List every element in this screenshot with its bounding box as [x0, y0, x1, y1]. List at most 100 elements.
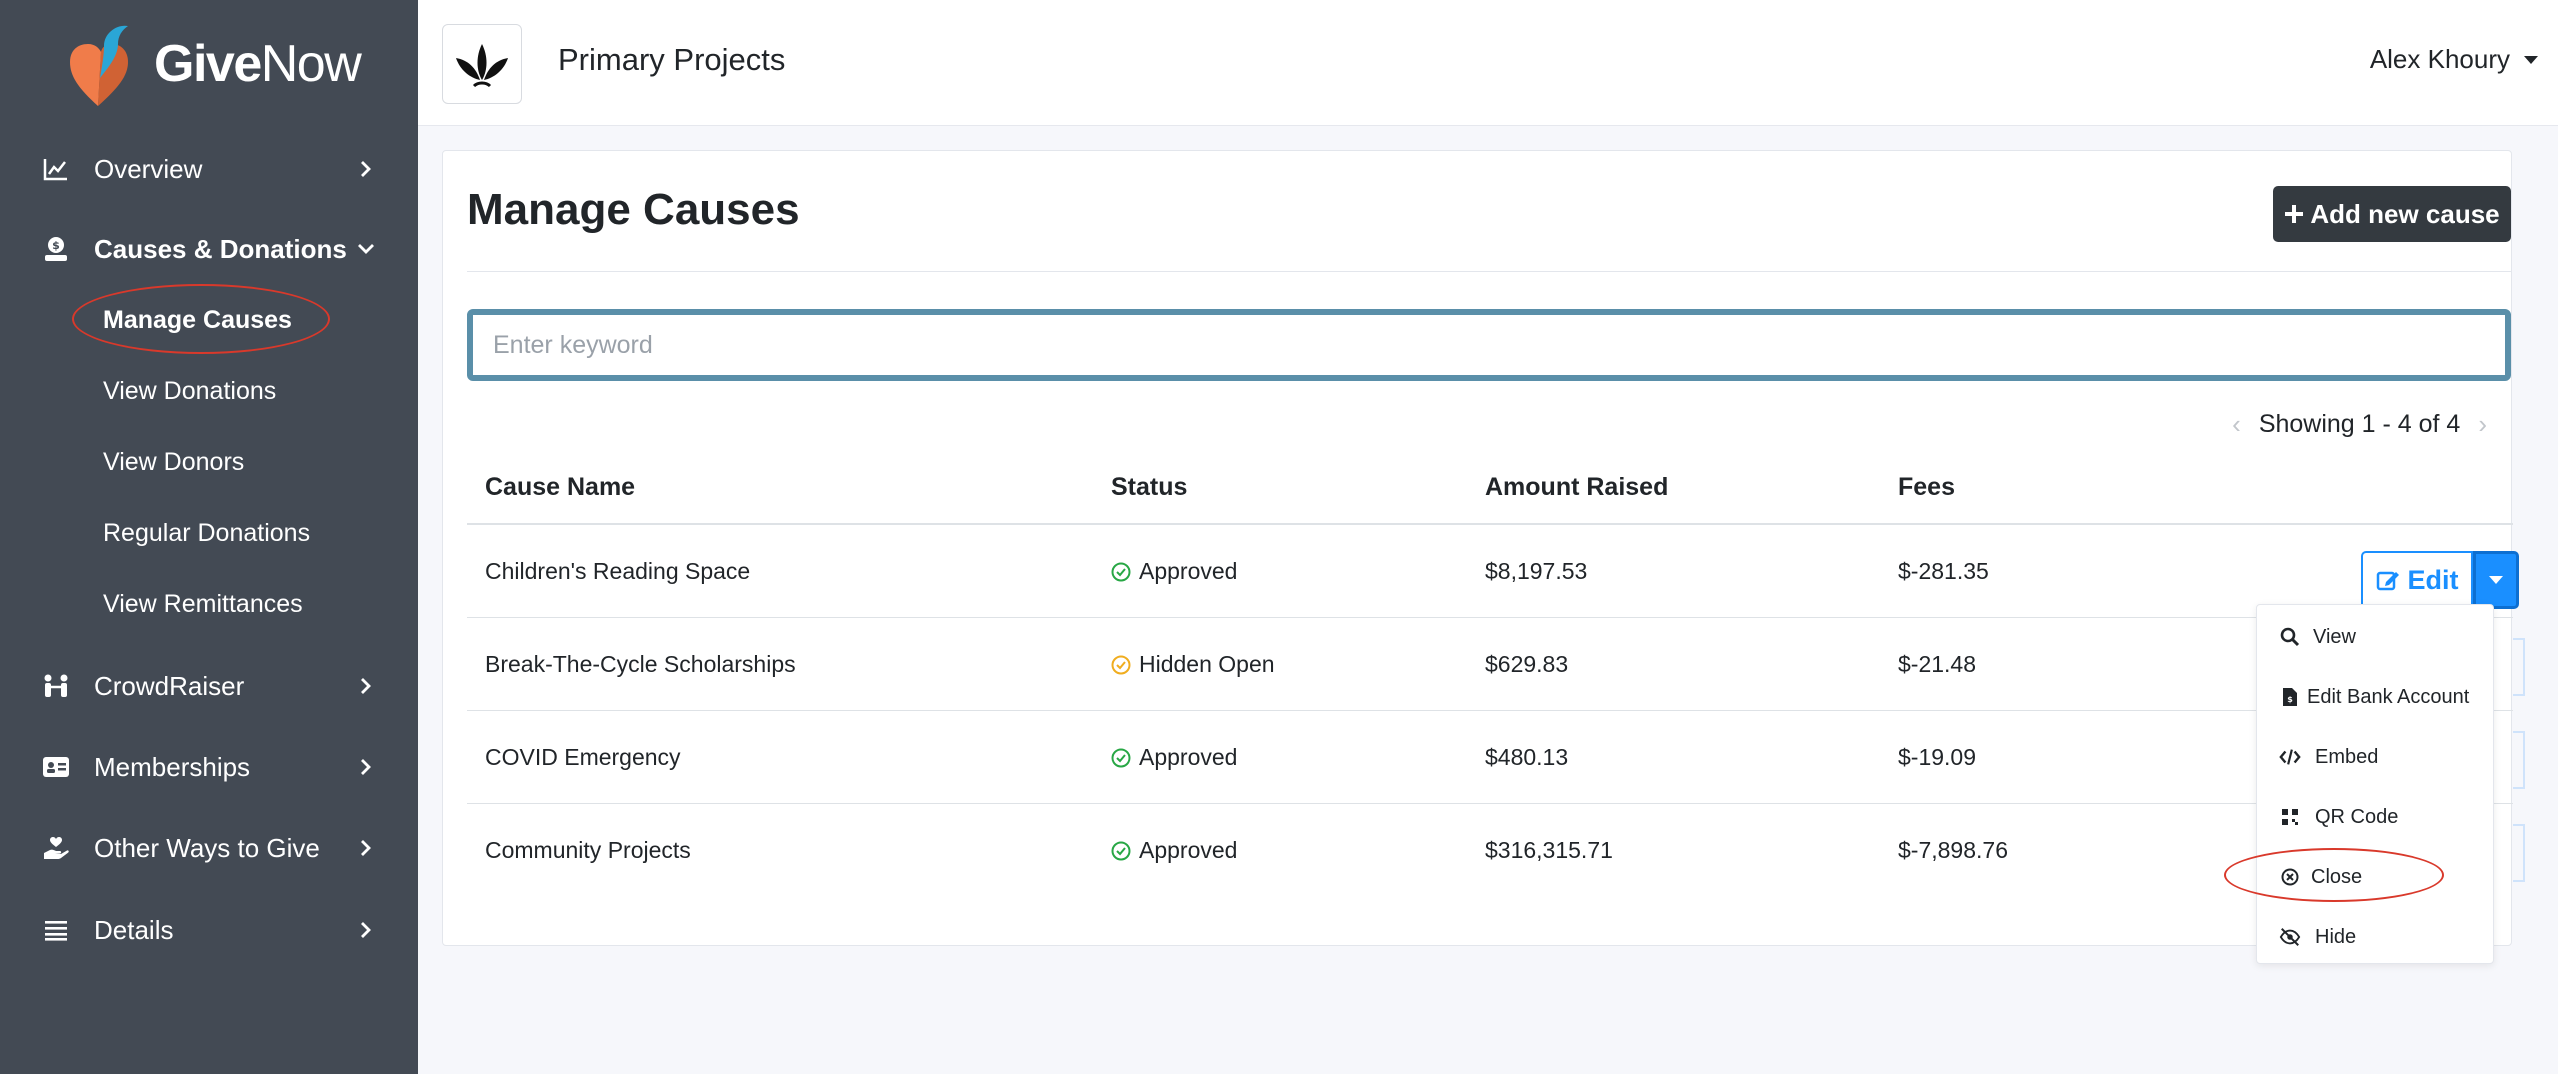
- page-title: Manage Causes: [467, 185, 800, 234]
- menu-item-edit-bank-account[interactable]: $ Edit Bank Account: [2257, 671, 2495, 723]
- check-circle-icon: [1111, 655, 1131, 675]
- edit-button-group: Edit: [2361, 551, 2519, 609]
- chevron-right-icon: [354, 674, 378, 698]
- menu-item-label: Close: [2311, 865, 2363, 888]
- title-divider: [467, 271, 2511, 272]
- chevron-right-icon: [354, 836, 378, 860]
- brand-name: GiveNow: [154, 35, 362, 93]
- sidebar-item-overview[interactable]: Overview: [0, 139, 418, 199]
- sidebar-item-causes-donations[interactable]: $ Causes & Donations: [0, 219, 418, 279]
- edit-button-edge[interactable]: [2513, 731, 2525, 789]
- sidebar-subitem-view-donations[interactable]: View Donations: [103, 371, 276, 411]
- pagination: ‹ Showing 1 - 4 of 4 ›: [2232, 409, 2487, 440]
- menu-item-label: QR Code: [2315, 805, 2399, 828]
- sidebar-item-details[interactable]: Details: [0, 900, 418, 960]
- sidebar-subitem-view-donors[interactable]: View Donors: [103, 442, 244, 482]
- sidebar: GiveNow Overview $ Causes & Donations Ma…: [0, 0, 418, 1074]
- id-card-icon: [40, 751, 72, 783]
- check-circle-icon: [1111, 562, 1131, 582]
- file-icon: $: [2279, 686, 2301, 708]
- svg-text:$: $: [52, 239, 60, 252]
- edit-icon: [2376, 571, 2399, 591]
- table-row: Community Projects Approved $316,315.71 …: [467, 804, 2525, 897]
- chevron-right-icon[interactable]: ›: [2478, 409, 2487, 440]
- svg-text:$: $: [2287, 695, 2293, 704]
- qr-code-icon: [2279, 806, 2301, 828]
- add-new-cause-button[interactable]: Add new cause: [2273, 186, 2511, 242]
- menu-item-label: Embed: [2315, 745, 2379, 768]
- search-input[interactable]: [467, 309, 2511, 381]
- people-icon: [40, 670, 72, 702]
- pagination-text: Showing 1 - 4 of 4: [2258, 410, 2461, 438]
- money-hand-icon: $: [40, 233, 72, 265]
- edit-dropdown-menu: View $ Edit Bank Account Embed QR Code C…: [2256, 604, 2494, 964]
- add-new-cause-label: Add new cause: [2310, 198, 2500, 229]
- fees: $-19.09: [1898, 744, 1977, 770]
- amount-raised: $8,197.53: [1485, 558, 1588, 584]
- amount-raised: $316,315.71: [1485, 837, 1613, 863]
- column-header-status[interactable]: Status: [1111, 473, 1187, 502]
- status-text: Hidden Open: [1139, 651, 1275, 677]
- table-row: COVID Emergency Approved $480.13 $-19.09: [467, 711, 2525, 804]
- caret-down-icon: [2489, 576, 2503, 584]
- amount-raised: $480.13: [1485, 744, 1569, 770]
- column-header-cause-name[interactable]: Cause Name: [485, 473, 635, 502]
- status-cell: Hidden Open: [1111, 618, 1275, 711]
- user-name: Alex Khoury: [2369, 44, 2510, 74]
- column-header-amount-raised[interactable]: Amount Raised: [1485, 473, 1668, 502]
- menu-item-close[interactable]: Close: [2257, 851, 2495, 903]
- givenow-logo[interactable]: GiveNow: [68, 22, 362, 106]
- cause-name[interactable]: Break-The-Cycle Scholarships: [485, 618, 796, 711]
- circle-x-icon: [2279, 866, 2301, 888]
- menu-item-embed[interactable]: Embed: [2257, 731, 2495, 783]
- sidebar-subitem-manage-causes[interactable]: Manage Causes: [103, 300, 292, 340]
- edit-label: Edit: [2407, 564, 2459, 595]
- column-header-fees[interactable]: Fees: [1898, 473, 1955, 502]
- edit-button[interactable]: Edit: [2361, 551, 2473, 609]
- sidebar-subitem-view-remittances[interactable]: View Remittances: [103, 584, 303, 624]
- check-circle-icon: [1111, 841, 1131, 861]
- table-row: Break-The-Cycle Scholarships Hidden Open…: [467, 618, 2525, 711]
- menu-item-qr-code[interactable]: QR Code: [2257, 791, 2495, 843]
- org-logo[interactable]: [442, 24, 522, 104]
- chevron-right-icon: [354, 755, 378, 779]
- sidebar-item-memberships[interactable]: Memberships: [0, 737, 418, 797]
- sidebar-item-other-ways-to-give[interactable]: Other Ways to Give: [0, 818, 418, 878]
- sidebar-item-label: Other Ways to Give: [94, 832, 320, 863]
- sidebar-item-label: Overview: [94, 153, 203, 184]
- chevron-right-icon: [354, 918, 378, 942]
- chart-line-icon: [40, 153, 72, 185]
- org-name: Primary Projects: [558, 42, 786, 77]
- check-circle-icon: [1111, 748, 1131, 768]
- amount-raised: $629.83: [1485, 651, 1569, 677]
- search-icon: [2279, 626, 2301, 648]
- eye-slash-icon: [2279, 926, 2301, 948]
- sidebar-item-label: Causes & Donations: [94, 233, 347, 264]
- cause-name[interactable]: Children's Reading Space: [485, 525, 750, 618]
- menu-item-view[interactable]: View: [2257, 611, 2495, 663]
- sidebar-subitem-regular-donations[interactable]: Regular Donations: [103, 513, 310, 553]
- chevron-down-icon: [354, 237, 378, 261]
- edit-button-edge[interactable]: [2513, 638, 2525, 696]
- status-text: Approved: [1139, 744, 1238, 770]
- user-menu[interactable]: Alex Khoury: [2370, 44, 2538, 75]
- edit-dropdown-toggle[interactable]: [2473, 551, 2519, 609]
- caret-down-icon: [2524, 55, 2538, 64]
- sidebar-item-label: Details: [94, 914, 174, 945]
- manage-causes-card: Manage Causes Add new cause ‹ Showing 1 …: [442, 150, 2525, 946]
- edit-button-edge[interactable]: [2513, 824, 2525, 882]
- sidebar-item-label: CrowdRaiser: [94, 670, 245, 701]
- cause-name[interactable]: Community Projects: [485, 804, 691, 897]
- chevron-right-icon: [354, 157, 378, 181]
- cause-name[interactable]: COVID Emergency: [485, 711, 681, 804]
- chevron-left-icon[interactable]: ‹: [2232, 409, 2241, 440]
- table-row: Children's Reading Space Approved $8,197…: [467, 525, 2519, 618]
- hand-heart-icon: [40, 832, 72, 864]
- sidebar-item-crowdraiser[interactable]: CrowdRaiser: [0, 656, 418, 716]
- menu-item-hide[interactable]: Hide: [2257, 911, 2495, 963]
- status-text: Approved: [1139, 558, 1238, 584]
- list-icon: [40, 914, 72, 946]
- fees: $-21.48: [1898, 651, 1977, 677]
- top-header: Primary Projects Alex Khoury: [418, 0, 2558, 126]
- status-cell: Approved: [1111, 525, 1237, 618]
